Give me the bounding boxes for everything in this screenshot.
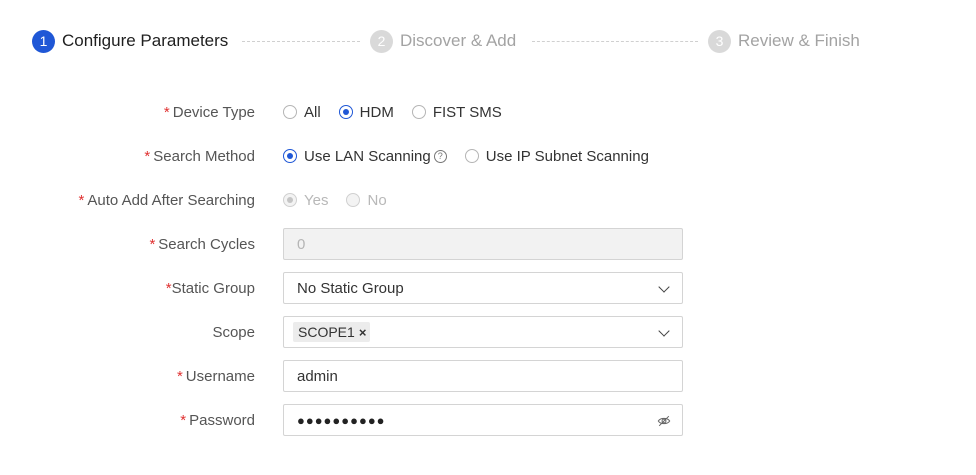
- device-type-radio-group: All HDM FIST SMS: [283, 96, 520, 128]
- search-cycles-input: 0: [283, 228, 683, 260]
- static-group-value: No Static Group: [297, 279, 404, 297]
- scope-row: Scope SCOPE1 ×: [0, 316, 976, 348]
- username-label: * Username: [177, 368, 255, 385]
- required-mark: *: [163, 103, 170, 121]
- close-icon[interactable]: ×: [359, 325, 367, 340]
- radio-label: Use IP Subnet Scanning: [485, 147, 649, 165]
- radio-label: Use LAN Scanning: [304, 147, 431, 165]
- step-review-finish: 3 Review & Finish: [708, 28, 860, 54]
- search-method-lan-radio[interactable]: Use LAN Scanning: [283, 148, 431, 165]
- password-label-text: Password: [189, 411, 255, 429]
- radio-label: Yes: [304, 191, 329, 209]
- search-method-label-text: Search Method: [153, 147, 255, 165]
- device-type-all-radio[interactable]: All: [283, 104, 321, 121]
- password-control: ●●●●●●●●●●: [283, 404, 683, 436]
- required-mark: *: [144, 147, 151, 165]
- radio-label: All: [304, 103, 321, 121]
- search-cycles-placeholder: 0: [297, 235, 306, 253]
- chevron-down-icon: [658, 281, 670, 293]
- required-mark: *: [180, 411, 187, 429]
- search-cycles-label: * Search Cycles: [149, 236, 255, 253]
- password-row: * Password ●●●●●●●●●●: [0, 404, 976, 436]
- radio-label: FIST SMS: [432, 103, 502, 121]
- device-type-label: * Device Type: [164, 104, 255, 121]
- username-row: * Username admin: [0, 360, 976, 392]
- static-group-select[interactable]: No Static Group: [283, 272, 683, 304]
- search-method-ip-subnet-radio[interactable]: Use IP Subnet Scanning: [464, 147, 649, 165]
- required-mark: *: [176, 367, 183, 385]
- username-control: admin: [283, 360, 683, 392]
- password-input[interactable]: ●●●●●●●●●●: [283, 404, 683, 436]
- device-type-row: * Device Type All HDM FIST SMS: [0, 96, 976, 128]
- radio-circle: [411, 105, 426, 119]
- password-value: ●●●●●●●●●●: [297, 412, 386, 428]
- step-label-2: Discover & Add: [400, 31, 517, 50]
- scope-control: SCOPE1 ×: [283, 316, 683, 348]
- search-method-radio-group: Use LAN Scanning ? Use IP Subnet Scannin…: [283, 140, 667, 172]
- search-method-label: * Search Method: [144, 148, 255, 165]
- device-type-label-text: Device Type: [172, 103, 255, 121]
- auto-add-label: * Auto Add After Searching: [79, 192, 255, 209]
- search-method-row: * Search Method Use LAN Scanning ? Use IP…: [0, 140, 976, 172]
- stepper: 1 Configure Parameters 2 Discover & Add …: [32, 28, 932, 54]
- radio-circle-selected: [338, 105, 353, 119]
- radio-circle-selected-disabled: [283, 193, 297, 207]
- static-group-row: *Static Group No Static Group: [0, 272, 976, 304]
- chevron-down-icon: [658, 325, 670, 337]
- device-type-hdm-radio[interactable]: HDM: [338, 103, 394, 121]
- static-group-control: No Static Group: [283, 272, 683, 304]
- required-mark: *: [78, 191, 85, 209]
- auto-add-radio-group: Yes No: [283, 184, 405, 216]
- password-label: * Password: [180, 412, 255, 429]
- radio-label: HDM: [359, 103, 394, 121]
- radio-circle-selected: [283, 149, 297, 163]
- step-label-1: Configure Parameters: [62, 31, 229, 50]
- scope-tag-label: SCOPE1: [298, 324, 355, 340]
- device-type-fist-sms-radio[interactable]: FIST SMS: [411, 103, 502, 121]
- step-label-3: Review & Finish: [738, 31, 860, 50]
- required-mark: *: [149, 235, 156, 253]
- step-configure-parameters: 1 Configure Parameters: [32, 28, 228, 54]
- radio-circle: [464, 149, 479, 163]
- search-cycles-row: * Search Cycles 0: [0, 228, 976, 260]
- auto-add-no-radio: No: [346, 191, 387, 209]
- scope-tag: SCOPE1 ×: [293, 322, 371, 342]
- radio-circle: [283, 105, 297, 119]
- static-group-label: *Static Group: [166, 280, 255, 297]
- step-number-3: 3: [708, 29, 731, 53]
- static-group-label-text: Static Group: [171, 279, 255, 297]
- step-connector-2: [532, 41, 698, 42]
- username-label-text: Username: [185, 367, 255, 385]
- search-cycles-control: 0: [283, 228, 683, 260]
- search-cycles-label-text: Search Cycles: [158, 235, 255, 253]
- auto-add-row: * Auto Add After Searching Yes No: [0, 184, 976, 216]
- auto-add-yes-radio: Yes: [283, 192, 328, 209]
- step-connector-1: [242, 41, 360, 42]
- scope-label: Scope: [212, 323, 255, 341]
- question-circle-icon[interactable]: ?: [433, 149, 447, 163]
- radio-label: No: [367, 191, 387, 209]
- eye-hidden-icon[interactable]: [657, 414, 671, 428]
- step-number-2: 2: [370, 29, 393, 53]
- username-input[interactable]: admin: [283, 360, 683, 392]
- auto-add-label-text: Auto Add After Searching: [87, 191, 255, 209]
- username-value: admin: [297, 367, 338, 385]
- scope-select[interactable]: SCOPE1 ×: [283, 316, 683, 348]
- step-number-1: 1: [32, 29, 55, 53]
- radio-circle-disabled: [346, 193, 361, 207]
- step-discover-add: 2 Discover & Add: [370, 28, 516, 54]
